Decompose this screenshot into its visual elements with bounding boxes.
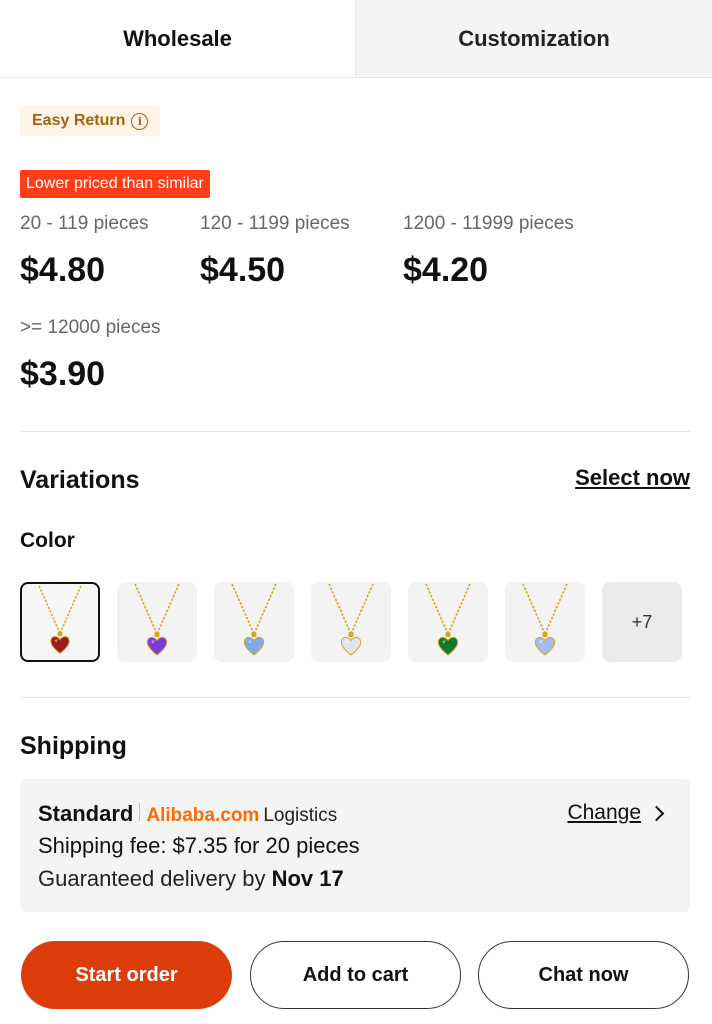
shipping-card: Standard Alibaba.com Logistics Change Sh…	[20, 779, 690, 912]
shipping-fee: Shipping fee: $7.35 for 20 pieces	[38, 833, 360, 858]
divider	[20, 431, 690, 432]
color-swatch[interactable]	[311, 582, 391, 662]
price-tier-price: $3.90	[20, 355, 106, 393]
tab-customization[interactable]: Customization	[355, 0, 712, 77]
red-heart-necklace-icon	[38, 585, 82, 654]
price-tier-range: 120 - 1199 pieces	[200, 213, 350, 234]
more-colors-button[interactable]: +7	[602, 582, 682, 662]
price-tier-range: >= 12000 pieces	[20, 317, 161, 338]
change-shipping-button[interactable]: Change	[567, 801, 665, 825]
price-tier: 1200 - 11999 pieces $4.20	[403, 213, 574, 290]
color-swatch[interactable]	[117, 582, 197, 662]
color-swatch-list: +7	[20, 582, 682, 662]
tab-bar: Wholesale Customization	[0, 0, 712, 78]
price-tier-range: 1200 - 11999 pieces	[403, 213, 574, 234]
divider	[20, 697, 690, 698]
delivery-date: Nov 17	[271, 866, 344, 891]
color-swatch[interactable]	[20, 582, 100, 662]
color-swatch[interactable]	[505, 582, 585, 662]
lavender-heart-necklace-icon	[522, 583, 568, 656]
easy-return-badge[interactable]: Easy Return i	[20, 106, 161, 136]
color-swatch[interactable]	[408, 582, 488, 662]
alibaba-logo: Alibaba.com	[146, 805, 260, 826]
add-to-cart-button[interactable]: Add to cart	[250, 941, 461, 1009]
delivery-estimate: Guaranteed delivery by Nov 17	[38, 866, 344, 892]
chat-now-button[interactable]: Chat now	[478, 941, 689, 1009]
price-tier-range: 20 - 119 pieces	[20, 213, 149, 234]
chevron-right-icon	[648, 805, 665, 821]
change-label: Change	[567, 801, 641, 824]
purple-heart-necklace-icon	[134, 583, 180, 656]
color-swatch[interactable]	[214, 582, 294, 662]
color-label: Color	[20, 529, 75, 552]
easy-return-label: Easy Return	[32, 112, 126, 129]
start-order-button[interactable]: Start order	[21, 941, 232, 1009]
delivery-prefix: Guaranteed delivery by	[38, 866, 266, 891]
select-now-link[interactable]: Select now	[575, 465, 690, 491]
logistics-label: Logistics	[263, 805, 338, 826]
tab-wholesale[interactable]: Wholesale	[0, 0, 355, 77]
white-heart-necklace-icon	[328, 583, 374, 656]
separator	[139, 803, 141, 821]
price-tier: >= 12000 pieces $3.90	[20, 317, 161, 394]
price-tier-price: $4.20	[403, 251, 489, 289]
light-blue-heart-necklace-icon	[231, 583, 277, 656]
shipping-title: Shipping	[20, 732, 127, 760]
shipping-method-row: Standard Alibaba.com Logistics	[38, 801, 337, 827]
price-tier-price: $4.50	[200, 251, 286, 289]
shipping-method: Standard	[38, 801, 134, 826]
price-tier: 20 - 119 pieces $4.80	[20, 213, 149, 290]
price-tier-price: $4.80	[20, 251, 106, 289]
info-icon[interactable]: i	[131, 112, 149, 130]
price-tier: 120 - 1199 pieces $4.50	[200, 213, 350, 290]
lower-priced-badge: Lower priced than similar	[20, 170, 210, 198]
green-heart-necklace-icon	[425, 583, 471, 656]
variations-title: Variations	[20, 466, 140, 494]
